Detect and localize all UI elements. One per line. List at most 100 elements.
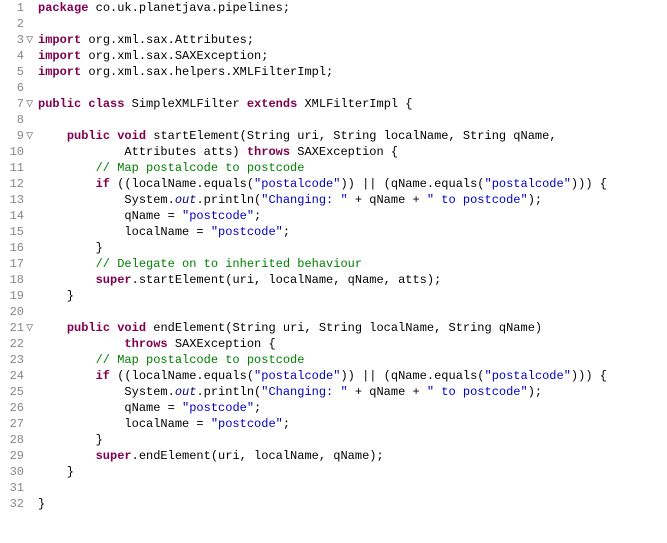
fold-marker[interactable]: ▽	[26, 128, 36, 144]
token-pln: );	[528, 193, 542, 207]
token-str: "postcode"	[182, 209, 254, 223]
code-line[interactable]	[38, 480, 667, 496]
token-str: "postcode"	[211, 225, 283, 239]
token-pln: qName =	[38, 209, 182, 223]
code-area[interactable]: package co.uk.planetjava.pipelines; impor…	[36, 0, 667, 512]
token-pln: + qName +	[348, 385, 427, 399]
line-number: 18	[0, 272, 24, 288]
token-pln	[38, 337, 124, 351]
code-line[interactable]: public void endElement(String uri, Strin…	[38, 320, 667, 336]
fold-marker	[26, 336, 36, 352]
code-line[interactable]: if ((localName.equals("postalcode")) || …	[38, 368, 667, 384]
token-pln: }	[38, 241, 103, 255]
token-pln: System.	[38, 193, 175, 207]
line-number: 14	[0, 208, 24, 224]
code-line[interactable]: }	[38, 496, 667, 512]
token-pln: }	[38, 433, 103, 447]
code-line[interactable]: // Map postalcode to postcode	[38, 160, 667, 176]
code-line[interactable]: }	[38, 432, 667, 448]
token-pln: SimpleXMLFilter	[124, 97, 246, 111]
line-number: 17	[0, 256, 24, 272]
code-line[interactable]: localName = "postcode";	[38, 416, 667, 432]
fold-marker	[26, 144, 36, 160]
code-line[interactable]	[38, 112, 667, 128]
code-line[interactable]: qName = "postcode";	[38, 400, 667, 416]
token-pln: SAXException {	[290, 145, 398, 159]
code-line[interactable]	[38, 80, 667, 96]
line-number: 29	[0, 448, 24, 464]
code-line[interactable]: if ((localName.equals("postalcode")) || …	[38, 176, 667, 192]
line-number: 19	[0, 288, 24, 304]
token-kw: void	[117, 129, 146, 143]
token-com: // Map postalcode to postcode	[96, 161, 305, 175]
token-pln: qName =	[38, 401, 182, 415]
token-pln: ((localName.equals(	[110, 177, 254, 191]
code-line[interactable]: super.startElement(uri, localName, qName…	[38, 272, 667, 288]
code-line[interactable]: // Delegate on to inherited behaviour	[38, 256, 667, 272]
line-number: 30	[0, 464, 24, 480]
fold-marker	[26, 16, 36, 32]
code-line[interactable]: }	[38, 288, 667, 304]
token-pln: localName =	[38, 417, 211, 431]
code-line[interactable]: System.out.println("Changing: " + qName …	[38, 192, 667, 208]
code-line[interactable]: import org.xml.sax.helpers.XMLFilterImpl…	[38, 64, 667, 80]
token-pln: co.uk.planetjava.pipelines;	[88, 1, 290, 15]
code-line[interactable]: import org.xml.sax.SAXException;	[38, 48, 667, 64]
line-number: 20	[0, 304, 24, 320]
token-pln: startElement(String uri, String localNam…	[146, 129, 556, 143]
code-line[interactable]: public void startElement(String uri, Str…	[38, 128, 667, 144]
token-pln: }	[38, 465, 74, 479]
token-kw: public	[38, 97, 81, 111]
line-number: 24	[0, 368, 24, 384]
code-line[interactable]: throws SAXException {	[38, 336, 667, 352]
token-pln	[38, 161, 96, 175]
fold-marker	[26, 112, 36, 128]
line-number: 1	[0, 0, 24, 16]
fold-marker[interactable]: ▽	[26, 96, 36, 112]
token-pln: .println(	[196, 385, 261, 399]
token-pln: }	[38, 289, 74, 303]
token-pln: XMLFilterImpl {	[297, 97, 412, 111]
fold-marker[interactable]: ▽	[26, 32, 36, 48]
token-pln: .startElement(uri, localName, qName, att…	[132, 273, 442, 287]
code-line[interactable]: import org.xml.sax.Attributes;	[38, 32, 667, 48]
code-line[interactable]: }	[38, 240, 667, 256]
token-pln	[38, 129, 67, 143]
fold-marker	[26, 400, 36, 416]
code-line[interactable]: qName = "postcode";	[38, 208, 667, 224]
token-kw: public	[67, 321, 110, 335]
token-str: " to postcode"	[427, 385, 528, 399]
code-line[interactable]: super.endElement(uri, localName, qName);	[38, 448, 667, 464]
code-line[interactable]: public class SimpleXMLFilter extends XML…	[38, 96, 667, 112]
token-pln	[38, 369, 96, 383]
code-line[interactable]: // Map postalcode to postcode	[38, 352, 667, 368]
token-pln: Attributes atts)	[38, 145, 247, 159]
code-line[interactable]: package co.uk.planetjava.pipelines;	[38, 0, 667, 16]
code-line[interactable]: Attributes atts) throws SAXException {	[38, 144, 667, 160]
token-pln: System.	[38, 385, 175, 399]
token-pln: }	[38, 497, 45, 511]
fold-marker	[26, 448, 36, 464]
fold-markers: ▽ ▽ ▽ ▽	[26, 0, 36, 512]
line-number: 13	[0, 192, 24, 208]
code-line[interactable]: System.out.println("Changing: " + qName …	[38, 384, 667, 400]
fold-marker	[26, 480, 36, 496]
code-line[interactable]	[38, 16, 667, 32]
line-number: 3	[0, 32, 24, 48]
token-pln: + qName +	[348, 193, 427, 207]
token-kw: void	[117, 321, 146, 335]
fold-marker	[26, 432, 36, 448]
line-number: 12	[0, 176, 24, 192]
token-kw: package	[38, 1, 88, 15]
code-line[interactable]	[38, 304, 667, 320]
fold-marker[interactable]: ▽	[26, 320, 36, 336]
token-pln: .endElement(uri, localName, qName);	[132, 449, 384, 463]
code-line[interactable]: localName = "postcode";	[38, 224, 667, 240]
code-line[interactable]: }	[38, 464, 667, 480]
token-pln	[38, 353, 96, 367]
token-kw: if	[96, 177, 110, 191]
line-number: 10	[0, 144, 24, 160]
fold-marker	[26, 48, 36, 64]
line-number: 5	[0, 64, 24, 80]
fold-marker	[26, 224, 36, 240]
